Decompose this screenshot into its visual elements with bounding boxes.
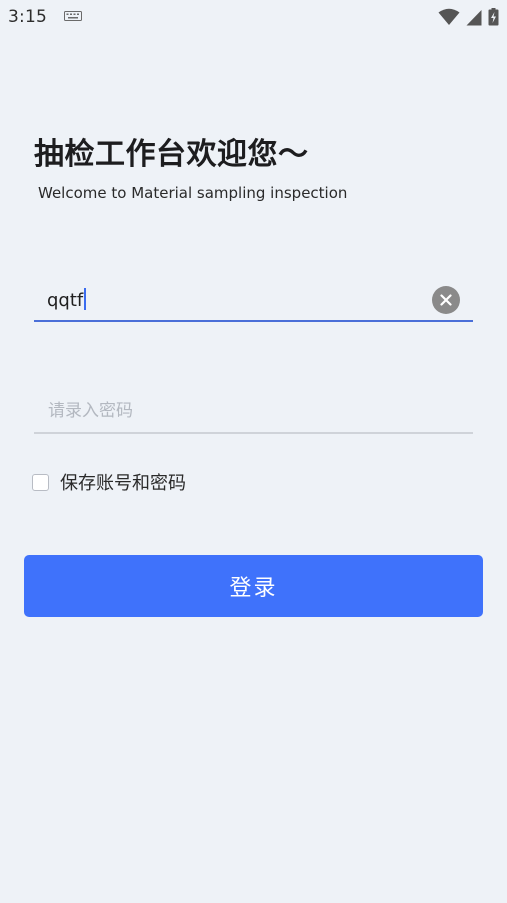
wifi-icon: [438, 8, 460, 25]
status-icons: [438, 8, 499, 26]
password-input[interactable]: [34, 392, 473, 430]
battery-charging-icon: [488, 8, 499, 26]
password-field: [34, 392, 473, 434]
signal-icon: [466, 9, 482, 25]
page-title: 抽检工作台欢迎您～: [34, 137, 309, 172]
text-caret: [84, 288, 87, 310]
remember-credentials-toggle[interactable]: 保存账号和密码: [32, 470, 186, 494]
status-bar: 3:15: [0, 0, 507, 36]
page-subtitle: Welcome to Material sampling inspection: [38, 184, 348, 202]
remember-checkbox[interactable]: [32, 473, 49, 491]
clear-username-button[interactable]: [432, 286, 460, 314]
login-button[interactable]: 登录: [24, 555, 483, 617]
username-value: qqtf: [47, 290, 84, 311]
remember-label: 保存账号和密码: [60, 473, 186, 494]
close-icon: [440, 294, 452, 306]
login-screen: 3:15 抽检工作台欢迎您～ Welcome to Material sampl…: [0, 0, 507, 903]
status-time: 3:15: [8, 7, 47, 27]
keyboard-icon: [64, 11, 82, 21]
username-field[interactable]: qqtf: [34, 280, 473, 322]
username-value-wrapper[interactable]: qqtf: [47, 288, 87, 311]
